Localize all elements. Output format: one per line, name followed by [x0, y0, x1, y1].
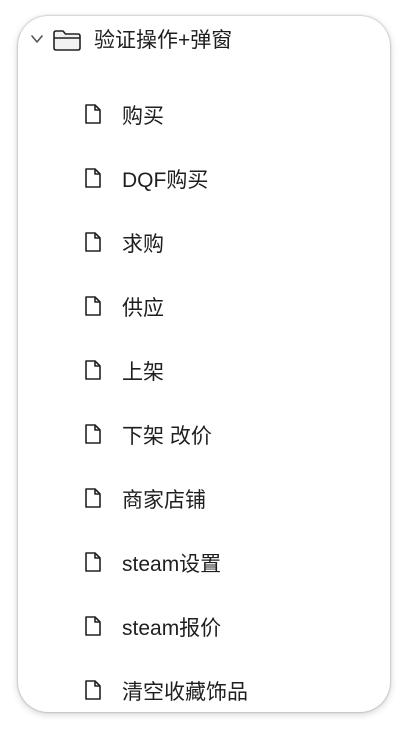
- list-item-9[interactable]: 清空收藏饰品: [18, 671, 390, 712]
- file-icon: [85, 168, 101, 188]
- file-icon: [85, 296, 101, 316]
- list-item-label: steam报价: [122, 617, 222, 640]
- list-item-3[interactable]: 供应: [18, 287, 390, 331]
- list-item-label: DQF购买: [122, 169, 209, 192]
- file-icon: [85, 680, 101, 700]
- file-icon: [85, 360, 101, 380]
- list-item-4[interactable]: 上架: [18, 351, 390, 395]
- list-item-label: 清空收藏饰品: [122, 681, 248, 704]
- list-item-label: 供应: [122, 297, 164, 320]
- list-item-label: 购买: [122, 105, 164, 128]
- file-icon: [85, 104, 101, 124]
- file-icon: [85, 488, 101, 508]
- list-item-label: 商家店铺: [122, 489, 206, 512]
- list-item-label: 下架 改价: [122, 425, 212, 448]
- file-icon: [85, 424, 101, 444]
- list-item-8[interactable]: steam报价: [18, 607, 390, 651]
- list-item-0[interactable]: 购买: [18, 95, 390, 139]
- file-tree-panel: 验证操作+弹窗 购买 DQF购买 求购 供应 上架 下架 改价 商家店铺 ste…: [18, 16, 390, 712]
- file-icon: [85, 552, 101, 572]
- file-icon: [85, 616, 101, 636]
- list-item-2[interactable]: 求购: [18, 223, 390, 267]
- list-item-6[interactable]: 商家店铺: [18, 479, 390, 523]
- list-item-label: 上架: [122, 361, 164, 384]
- list-item-label: steam设置: [122, 553, 222, 576]
- list-item-7[interactable]: steam设置: [18, 543, 390, 587]
- file-list: 购买 DQF购买 求购 供应 上架 下架 改价 商家店铺 steam设置 ste…: [18, 16, 390, 712]
- list-item-5[interactable]: 下架 改价: [18, 415, 390, 459]
- file-icon: [85, 232, 101, 252]
- list-item-label: 求购: [122, 233, 164, 256]
- list-item-1[interactable]: DQF购买: [18, 159, 390, 203]
